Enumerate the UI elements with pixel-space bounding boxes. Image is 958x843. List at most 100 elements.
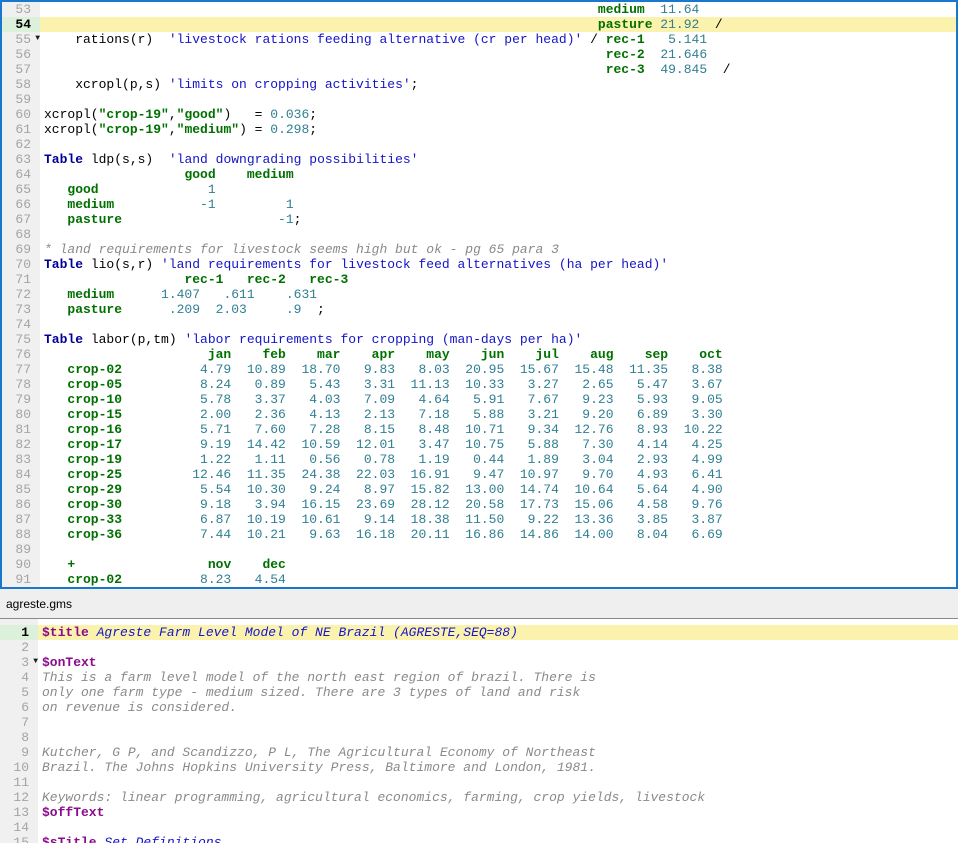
line-number[interactable]: 69 — [2, 242, 40, 257]
code-line[interactable]: 8 — [0, 730, 958, 745]
code-text[interactable]: xcropl(p,s) 'limits on cropping activiti… — [40, 77, 956, 92]
code-line[interactable]: 69* land requirements for livestock seem… — [2, 242, 956, 257]
code-line[interactable]: 14 — [0, 820, 958, 835]
code-line[interactable]: 12Keywords: linear programming, agricult… — [0, 790, 958, 805]
code-text[interactable]: good 1 — [40, 182, 956, 197]
code-text[interactable]: crop-25 12.46 11.35 24.38 22.03 16.91 9.… — [40, 467, 956, 482]
code-line[interactable]: 87 crop-33 6.87 10.19 10.61 9.14 18.38 1… — [2, 512, 956, 527]
code-line[interactable]: 4This is a farm level model of the north… — [0, 670, 958, 685]
line-number[interactable]: 10 — [0, 760, 38, 775]
line-number[interactable]: 15 — [0, 835, 38, 843]
code-text[interactable]: $sTitle Set Definitions — [38, 835, 958, 843]
code-text[interactable]: $onText — [38, 655, 958, 670]
line-number[interactable]: 7 — [0, 715, 38, 730]
code-line[interactable]: 56 rec-2 21.646 — [2, 47, 956, 62]
line-number[interactable]: 4 — [0, 670, 38, 685]
code-text[interactable] — [38, 730, 958, 745]
code-line[interactable]: 77 crop-02 4.79 10.89 18.70 9.83 8.03 20… — [2, 362, 956, 377]
code-text[interactable]: $offText — [38, 805, 958, 820]
line-number[interactable]: 9 — [0, 745, 38, 760]
line-number[interactable]: 75 — [2, 332, 40, 347]
code-text[interactable]: Table labor(p,tm) 'labor requirements fo… — [40, 332, 956, 347]
code-line[interactable]: 74 — [2, 317, 956, 332]
code-line[interactable]: 78 crop-05 8.24 0.89 5.43 3.31 11.13 10.… — [2, 377, 956, 392]
code-line[interactable]: 58 xcropl(p,s) 'limits on cropping activ… — [2, 77, 956, 92]
code-text[interactable] — [38, 715, 958, 730]
code-line[interactable]: 13$offText — [0, 805, 958, 820]
code-text[interactable]: This is a farm level model of the north … — [38, 670, 958, 685]
code-line[interactable]: 15$sTitle Set Definitions — [0, 835, 958, 843]
line-number[interactable]: 2 — [0, 640, 38, 655]
line-number[interactable]: 57 — [2, 62, 40, 77]
code-text[interactable]: crop-05 8.24 0.89 5.43 3.31 11.13 10.33 … — [40, 377, 956, 392]
code-text[interactable]: good medium — [40, 167, 956, 182]
code-text[interactable]: pasture 21.92 / — [40, 17, 956, 32]
code-line[interactable]: 6on revenue is considered. — [0, 700, 958, 715]
code-text[interactable]: xcropl("crop-19","medium") = 0.298; — [40, 122, 956, 137]
line-number[interactable]: 80 — [2, 407, 40, 422]
code-text[interactable] — [40, 317, 956, 332]
code-line[interactable]: 5only one farm type - medium sized. Ther… — [0, 685, 958, 700]
line-number[interactable]: 86 — [2, 497, 40, 512]
code-text[interactable]: crop-30 9.18 3.94 16.15 23.69 28.12 20.5… — [40, 497, 956, 512]
line-number[interactable]: 91 — [2, 572, 40, 587]
line-number[interactable]: 88 — [2, 527, 40, 542]
line-number[interactable]: 56 — [2, 47, 40, 62]
line-number[interactable]: 62 — [2, 137, 40, 152]
line-number[interactable]: 81 — [2, 422, 40, 437]
line-number[interactable]: 70 — [2, 257, 40, 272]
code-line[interactable]: 73 pasture .209 2.03 .9 ; — [2, 302, 956, 317]
code-line[interactable]: 81 crop-16 5.71 7.60 7.28 8.15 8.48 10.7… — [2, 422, 956, 437]
code-line[interactable]: 82 crop-17 9.19 14.42 10.59 12.01 3.47 1… — [2, 437, 956, 452]
code-text[interactable]: Kutcher, G P, and Scandizzo, P L, The Ag… — [38, 745, 958, 760]
code-line[interactable]: 91 crop-02 8.23 4.54 — [2, 572, 956, 587]
code-text[interactable]: pasture .209 2.03 .9 ; — [40, 302, 956, 317]
code-text[interactable]: rec-2 21.646 — [40, 47, 956, 62]
code-line[interactable]: 7 — [0, 715, 958, 730]
code-line[interactable]: 67 pasture -1; — [2, 212, 956, 227]
code-text[interactable]: $title Agreste Farm Level Model of NE Br… — [38, 625, 958, 640]
code-line[interactable]: 59 — [2, 92, 956, 107]
line-number[interactable]: 85 — [2, 482, 40, 497]
line-number[interactable]: 60 — [2, 107, 40, 122]
code-line[interactable]: 60xcropl("crop-19","good") = 0.036; — [2, 107, 956, 122]
line-number[interactable]: 72 — [2, 287, 40, 302]
line-number[interactable]: 59 — [2, 92, 40, 107]
code-line[interactable]: 65 good 1 — [2, 182, 956, 197]
line-number[interactable]: 12 — [0, 790, 38, 805]
code-text[interactable]: crop-15 2.00 2.36 4.13 2.13 7.18 5.88 3.… — [40, 407, 956, 422]
line-number[interactable]: 6 — [0, 700, 38, 715]
code-text[interactable]: rec-3 49.845 / — [40, 62, 956, 77]
code-line[interactable]: 57 rec-3 49.845 / — [2, 62, 956, 77]
code-text[interactable] — [40, 227, 956, 242]
line-number[interactable]: 61 — [2, 122, 40, 137]
code-line[interactable]: 85 crop-29 5.54 10.30 9.24 8.97 15.82 13… — [2, 482, 956, 497]
line-number[interactable]: 13 — [0, 805, 38, 820]
line-number[interactable]: 63 — [2, 152, 40, 167]
code-text[interactable]: crop-36 7.44 10.21 9.63 16.18 20.11 16.8… — [40, 527, 956, 542]
line-number[interactable]: 67 — [2, 212, 40, 227]
code-line[interactable]: 62 — [2, 137, 956, 152]
code-line[interactable]: 63Table ldp(s,s) 'land downgrading possi… — [2, 152, 956, 167]
code-text[interactable]: jan feb mar apr may jun jul aug sep oct — [40, 347, 956, 362]
line-number[interactable]: 76 — [2, 347, 40, 362]
code-text[interactable]: medium 1.407 .611 .631 — [40, 287, 956, 302]
line-number[interactable]: 84 — [2, 467, 40, 482]
line-number[interactable]: 89 — [2, 542, 40, 557]
code-text[interactable]: rec-1 rec-2 rec-3 — [40, 272, 956, 287]
line-number[interactable]: 90 — [2, 557, 40, 572]
code-line[interactable]: 11 — [0, 775, 958, 790]
code-text[interactable]: xcropl("crop-19","good") = 0.036; — [40, 107, 956, 122]
line-number[interactable]: 79 — [2, 392, 40, 407]
code-line[interactable]: 1$title Agreste Farm Level Model of NE B… — [0, 625, 958, 640]
code-line[interactable]: 54 pasture 21.92 / — [2, 17, 956, 32]
line-number[interactable]: 71 — [2, 272, 40, 287]
code-line[interactable]: 64 good medium — [2, 167, 956, 182]
code-text[interactable] — [40, 92, 956, 107]
code-text[interactable]: medium -1 1 — [40, 197, 956, 212]
line-number[interactable]: 83 — [2, 452, 40, 467]
line-number[interactable]: 77 — [2, 362, 40, 377]
code-line[interactable]: 80 crop-15 2.00 2.36 4.13 2.13 7.18 5.88… — [2, 407, 956, 422]
code-text[interactable] — [38, 820, 958, 835]
code-line[interactable]: 70Table lio(s,r) 'land requirements for … — [2, 257, 956, 272]
